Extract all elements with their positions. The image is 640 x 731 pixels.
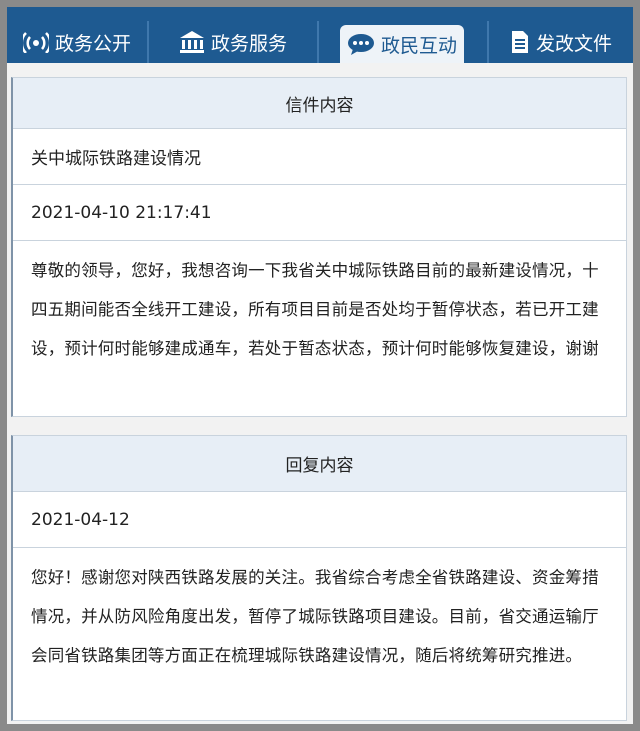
screenshot-frame: 政务公开 政务服务 政民互动 发改文件 信件内容 关中城际铁路建设情况 2021…	[7, 7, 633, 724]
reply-date: 2021-04-12	[31, 509, 130, 530]
main-content: 信件内容 关中城际铁路建设情况 2021-04-10 21:17:41 尊敬的领…	[7, 63, 633, 724]
reply-panel: 回复内容 2021-04-12 您好！感谢您对陕西铁路发展的关注。我省综合考虑全…	[11, 435, 627, 721]
letter-subject: 关中城际铁路建设情况	[31, 149, 201, 169]
tab-divider	[317, 21, 319, 63]
document-icon	[510, 30, 530, 54]
letter-timestamp-row: 2021-04-10 21:17:41	[13, 185, 626, 241]
reply-section-title: 回复内容	[285, 456, 354, 476]
tab-citizen-interaction[interactable]: 政民互动	[340, 25, 464, 63]
tab-label: 政务公开	[54, 32, 131, 55]
tab-bar: 政务公开 政务服务 政民互动 发改文件	[7, 7, 633, 63]
reply-body: 您好！感谢您对陕西铁路发展的关注。我省综合考虑全省铁路建设、资金筹措情况，并从防…	[31, 568, 599, 665]
letter-panel: 信件内容 关中城际铁路建设情况 2021-04-10 21:17:41 尊敬的领…	[11, 77, 627, 417]
chat-bubble-icon	[347, 33, 375, 55]
broadcast-icon	[22, 31, 49, 53]
tab-reform-documents[interactable]: 发改文件	[489, 21, 633, 63]
reply-date-row: 2021-04-12	[13, 492, 626, 548]
bank-icon	[179, 30, 205, 54]
letter-section-header: 信件内容	[13, 78, 626, 129]
tab-government-services[interactable]: 政务服务	[149, 21, 317, 63]
letter-body: 尊敬的领导，您好，我想咨询一下我省关中城际铁路目前的最新建设情况，十四五期间能否…	[31, 261, 599, 358]
reply-section-header: 回复内容	[13, 436, 626, 492]
letter-timestamp: 2021-04-10 21:17:41	[31, 202, 212, 223]
tab-government-affairs-open[interactable]: 政务公开	[7, 21, 147, 63]
letter-section-title: 信件内容	[285, 95, 354, 116]
tab-label: 政务服务	[210, 32, 287, 55]
tab-label: 发改文件	[535, 32, 612, 55]
letter-subject-row: 关中城际铁路建设情况	[13, 129, 626, 185]
tab-label: 政民互动	[380, 34, 457, 57]
